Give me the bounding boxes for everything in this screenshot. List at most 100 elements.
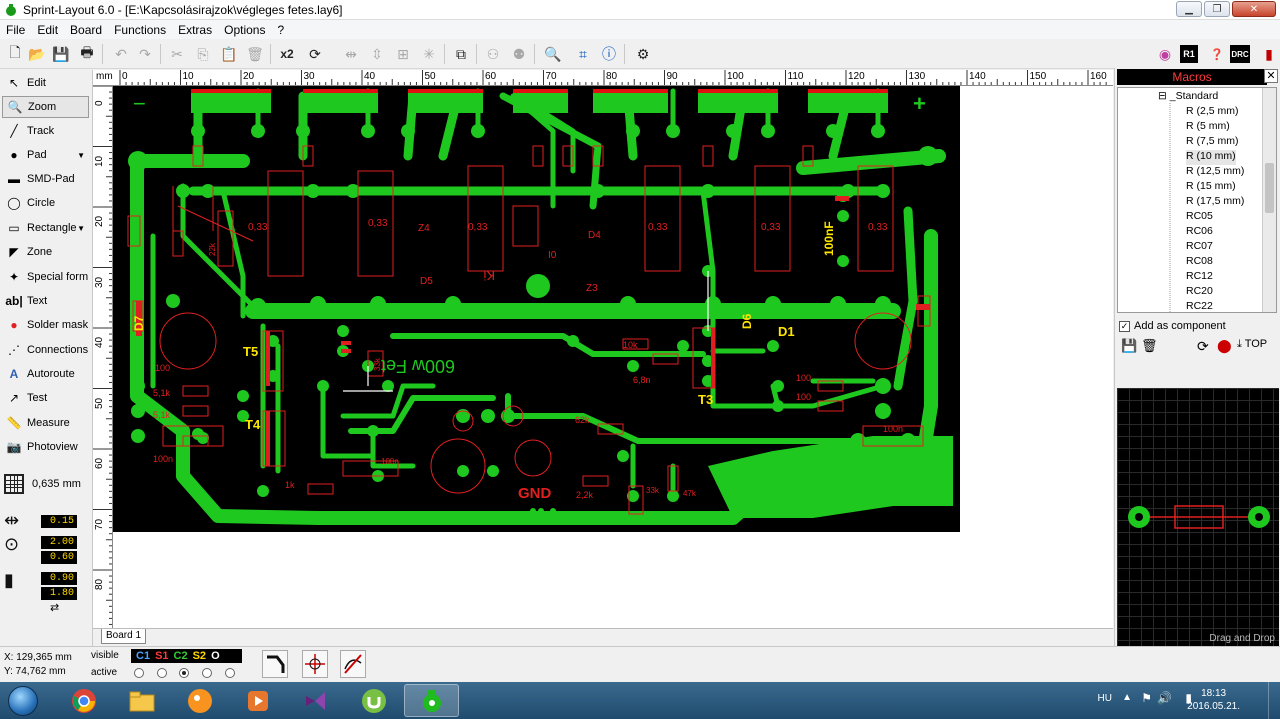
group-icon[interactable]: ⚇ xyxy=(482,43,504,65)
ungroup-icon[interactable]: ⚉ xyxy=(508,43,530,65)
tree-item[interactable]: RC07 xyxy=(1186,240,1213,255)
smd-height-field[interactable]: 1.80 xyxy=(41,587,77,600)
duplicate-x2-button[interactable]: x2 xyxy=(276,43,298,65)
checkbox-checked-icon[interactable]: ✓ xyxy=(1119,320,1130,332)
chevron-down-icon[interactable]: ▼ xyxy=(77,224,85,233)
drc-badge[interactable]: DRC xyxy=(1230,45,1250,63)
menu-board[interactable]: Board xyxy=(64,23,108,37)
copy-icon[interactable]: ⎘ xyxy=(192,43,214,65)
print-icon[interactable]: 🖶 xyxy=(76,43,98,65)
pcb-board[interactable]: − + D7 T5 T4 T3 D6 D1 100nF Z4 Z3 D4 D5 … xyxy=(113,86,1113,628)
close-icon[interactable]: ✕ xyxy=(1264,69,1278,83)
rotate-macro-icon[interactable]: ⟳ xyxy=(1197,338,1209,355)
layer-s2[interactable]: S2 xyxy=(193,650,206,662)
active-layer-o-radio[interactable] xyxy=(225,668,235,678)
tool-solder-mask[interactable]: ● Solder mask xyxy=(2,314,89,336)
delete-icon[interactable]: 🗑 xyxy=(244,43,266,65)
utorrent-taskbar-icon[interactable] xyxy=(346,684,401,717)
pad-outer-field[interactable]: 2.00 xyxy=(41,536,77,549)
open-folder-icon[interactable]: 📂 xyxy=(26,43,48,65)
track-width-field[interactable]: 0.15 xyxy=(41,515,77,528)
rotate-icon[interactable]: ⟳ xyxy=(304,43,326,65)
layer-o[interactable]: O xyxy=(211,650,220,662)
menu-file[interactable]: File xyxy=(0,23,31,37)
macro-tree-scrollbar[interactable] xyxy=(1262,88,1276,312)
player-taskbar-icon[interactable] xyxy=(230,684,285,717)
tree-item[interactable]: R (17,5 mm) xyxy=(1186,195,1244,210)
tool-edit[interactable]: ↖ Edit xyxy=(2,72,89,94)
smd-width-field[interactable]: 0.90 xyxy=(41,572,77,585)
tree-item[interactable]: RC05 xyxy=(1186,210,1213,225)
paste-icon[interactable]: 📋 xyxy=(218,43,240,65)
layer-s1[interactable]: S1 xyxy=(155,650,168,662)
record-icon[interactable]: ⬤ xyxy=(1217,338,1232,354)
active-layer-s1-radio[interactable] xyxy=(157,668,167,678)
visual-studio-taskbar-icon[interactable] xyxy=(288,684,343,717)
layer-order-icon[interactable]: ⧉ xyxy=(450,43,472,65)
tool-circle[interactable]: ◯ Circle xyxy=(2,192,89,214)
show-desktop-button[interactable] xyxy=(1268,682,1280,719)
tool-measure[interactable]: 📏 Measure xyxy=(2,412,89,434)
macro-preview[interactable]: Drag and Drop xyxy=(1117,388,1279,646)
macro-tree[interactable]: ⊟ _Standard R (2,5 mm) R (5 mm) R (7,5 m… xyxy=(1117,87,1277,313)
undo-icon[interactable]: ↶ xyxy=(110,43,132,65)
menu-extras[interactable]: Extras xyxy=(172,23,218,37)
gear-icon[interactable]: ⚙ xyxy=(632,43,654,65)
menu-options[interactable]: Options xyxy=(218,23,271,37)
delete-macro-icon[interactable]: 🗑 xyxy=(1141,338,1158,354)
top-layer-toggle[interactable]: ⤓ TOP xyxy=(1237,338,1267,351)
zoom-icon[interactable]: 🔍 xyxy=(542,43,564,65)
chrome-taskbar-icon[interactable] xyxy=(56,684,111,717)
chevron-down-icon[interactable]: ▼ xyxy=(77,151,85,160)
rule-check-icon[interactable]: ❓ xyxy=(1206,43,1228,65)
no-connection-button[interactable] xyxy=(340,650,366,678)
menu-help[interactable]: ? xyxy=(271,23,290,37)
sprint-layout-taskbar-icon[interactable] xyxy=(404,684,459,717)
tool-track[interactable]: ╱ Track xyxy=(2,120,89,142)
layer-c2[interactable]: C2 xyxy=(174,650,188,662)
signal-icon[interactable]: ▮ xyxy=(1258,43,1280,65)
tree-item[interactable]: R (7,5 mm) xyxy=(1186,135,1239,150)
tree-item[interactable]: R (12,5 mm) xyxy=(1186,165,1244,180)
tool-special-form[interactable]: ✦ Special form xyxy=(2,266,89,288)
tool-autoroute[interactable]: A Autoroute xyxy=(2,363,89,385)
tool-rectangle[interactable]: ▭ Rectangle ▼ xyxy=(2,217,89,239)
tree-item[interactable]: RC22 xyxy=(1186,300,1213,312)
active-layer-s2-radio[interactable] xyxy=(202,668,212,678)
cut-icon[interactable]: ✂ xyxy=(166,43,188,65)
snap-icon[interactable]: ✳ xyxy=(418,43,440,65)
clock[interactable]: 18:13 2016.05.21. xyxy=(1187,687,1240,713)
minimize-button[interactable]: ▁ xyxy=(1176,1,1202,17)
tool-zone[interactable]: ◤ Zone xyxy=(2,241,89,263)
mirror-vertical-icon[interactable]: ⇳ xyxy=(366,43,388,65)
swap-icon[interactable]: ⇄ xyxy=(50,601,59,614)
redo-icon[interactable]: ↷ xyxy=(134,43,156,65)
align-icon[interactable]: ⊞ xyxy=(392,43,414,65)
add-as-component-option[interactable]: ✓ Add as component xyxy=(1119,320,1226,332)
pcb-canvas[interactable]: − + D7 T5 T4 T3 D6 D1 100nF Z4 Z3 D4 D5 … xyxy=(113,86,1113,628)
mirror-horizontal-icon[interactable]: ⇹ xyxy=(340,43,362,65)
start-button[interactable] xyxy=(3,683,43,718)
volume-icon[interactable]: 🔊 xyxy=(1157,691,1172,705)
tool-smd-pad[interactable]: ▬ SMD-Pad xyxy=(2,168,89,190)
tree-item[interactable]: R (2,5 mm) xyxy=(1186,105,1239,120)
tool-pad[interactable]: ● Pad ▼ xyxy=(2,144,89,166)
media-app-taskbar-icon[interactable] xyxy=(172,684,227,717)
tool-photoview[interactable]: 📷 Photoview xyxy=(2,436,89,458)
tool-test[interactable]: ↗ Test xyxy=(2,387,89,409)
tree-item-selected[interactable]: R (10 mm) xyxy=(1186,150,1236,165)
save-icon[interactable]: 💾 xyxy=(50,43,72,65)
tool-text[interactable]: ab| Text xyxy=(2,290,89,312)
tree-item[interactable]: R (5 mm) xyxy=(1186,120,1230,135)
action-center-icon[interactable]: ⚑ xyxy=(1141,691,1152,705)
grid-size-control[interactable]: 0,635 mm xyxy=(4,474,90,494)
language-indicator[interactable]: HU xyxy=(1098,693,1112,704)
tree-item[interactable]: RC08 xyxy=(1186,255,1213,270)
tree-item[interactable]: RC06 xyxy=(1186,225,1213,240)
active-layer-c2-radio[interactable] xyxy=(179,668,189,678)
tree-item[interactable]: RC12 xyxy=(1186,270,1213,285)
tool-connections[interactable]: ⋰ Connections xyxy=(2,339,89,361)
restore-button[interactable]: ❐ xyxy=(1204,1,1230,17)
layer-c1[interactable]: C1 xyxy=(136,650,150,662)
new-file-icon[interactable]: 🗋 xyxy=(4,43,26,65)
